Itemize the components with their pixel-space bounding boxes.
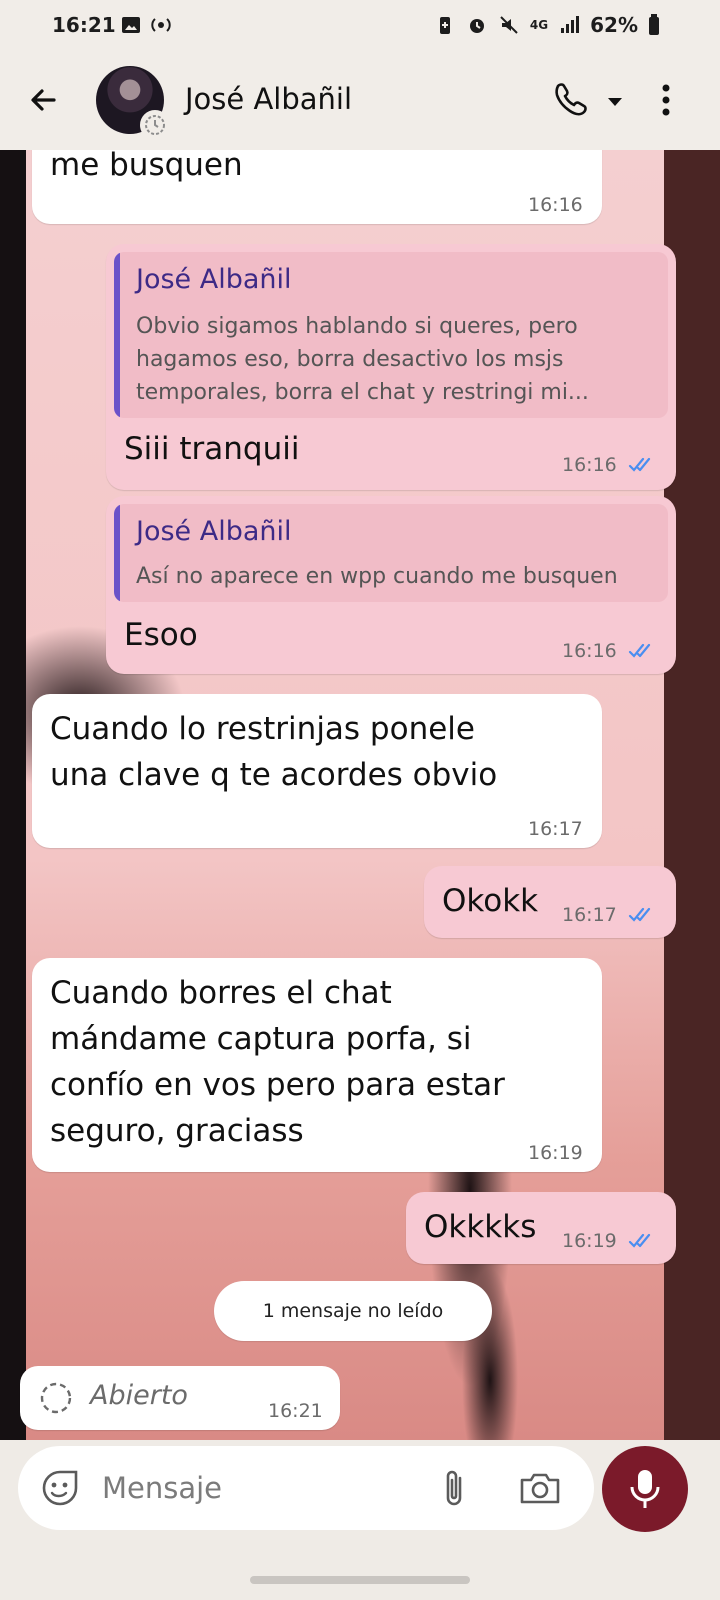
status-ring-icon (140, 110, 170, 140)
message-text-line: Cuando lo restrinjas ponele (50, 711, 475, 747)
message-time: 16:17 (562, 904, 617, 926)
alarm-icon (469, 19, 484, 33)
message-text: Okkkks (424, 1209, 537, 1245)
message-time: 16:16 (528, 194, 583, 216)
message-time: 16:19 (528, 1142, 583, 1164)
message-outgoing[interactable]: Okokk 16:17 (424, 866, 676, 938)
double-check-icon (628, 643, 651, 658)
message-text: Okokk (442, 883, 539, 919)
gesture-nav-handle[interactable] (250, 1576, 470, 1584)
broadcast-icon (151, 18, 171, 32)
message-time: 16:21 (268, 1400, 323, 1422)
quote-bar (114, 252, 120, 418)
message-text-line: confío en vos pero para estar (50, 1067, 505, 1103)
message-view-once[interactable]: Abierto 16:21 (20, 1366, 340, 1430)
quote-author: José Albañil (136, 516, 292, 547)
sticker-icon[interactable] (40, 1468, 80, 1508)
status-time: 16:21 (52, 13, 116, 37)
chat-header: José Albañil (0, 52, 720, 150)
battery-icon (649, 14, 659, 35)
more-vert-icon[interactable] (652, 78, 680, 122)
message-outgoing[interactable]: Okkkks 16:19 (406, 1192, 676, 1264)
quote-text-line: Obvio sigamos hablando si queres, pero (136, 314, 578, 339)
message-time: 16:19 (562, 1230, 617, 1252)
status-bar: 16:21 4G 62% (0, 0, 720, 52)
message-time: 16:17 (528, 818, 583, 840)
camera-icon[interactable] (518, 1468, 562, 1508)
message-input[interactable] (102, 1464, 402, 1512)
message-incoming[interactable]: Cuando lo restrinjas ponele una clave q … (32, 694, 602, 848)
message-text-line: mándame captura porfa, si (50, 1021, 472, 1057)
message-text: me busquen (50, 150, 243, 183)
network-type: 4G (529, 18, 549, 32)
message-text: Esoo (124, 617, 198, 653)
message-outgoing[interactable]: José Albañil Así no aparece en wpp cuand… (106, 496, 676, 674)
message-composer (18, 1446, 594, 1530)
message-text-line: seguro, graciass (50, 1113, 304, 1149)
microphone-icon (630, 1470, 660, 1508)
message-incoming[interactable]: Cuando borres el chat mándame captura po… (32, 958, 602, 1172)
message-time: 16:16 (562, 640, 617, 662)
quote-text-line: Así no aparece en wpp cuando me busquen (136, 564, 618, 589)
message-text-line: Cuando borres el chat (50, 975, 392, 1011)
quoted-message[interactable]: José Albañil Obvio sigamos hablando si q… (114, 252, 668, 418)
back-arrow-icon[interactable] (24, 80, 64, 120)
message-outgoing[interactable]: José Albañil Obvio sigamos hablando si q… (106, 244, 676, 490)
avatar[interactable] (96, 66, 170, 140)
battery-saver-icon (439, 17, 450, 34)
double-check-icon (628, 457, 651, 472)
message-time: 16:16 (562, 454, 617, 476)
message-text-line: una clave q te acordes obvio (50, 757, 498, 793)
mute-icon (500, 16, 518, 34)
quote-author: José Albañil (136, 264, 292, 295)
dropdown-icon[interactable] (604, 90, 626, 112)
chat-area[interactable]: me busquen 16:16 José Albañil Obvio siga… (0, 150, 720, 1440)
image-icon (122, 17, 140, 33)
paperclip-icon[interactable] (436, 1466, 472, 1510)
view-once-label: Abierto (90, 1380, 188, 1411)
battery-level: 62% (590, 13, 638, 37)
quoted-message[interactable]: José Albañil Así no aparece en wpp cuand… (114, 504, 668, 602)
phone-icon[interactable] (548, 78, 592, 122)
double-check-icon (628, 907, 651, 922)
quote-text-line: temporales, borra el chat y restringi mi… (136, 380, 589, 405)
unread-divider: 1 mensaje no leído (214, 1281, 492, 1341)
message-text: Siii tranquii (124, 431, 300, 467)
message-incoming[interactable]: me busquen 16:16 (32, 150, 602, 224)
quote-text-line: hagamos eso, borra desactivo los msjs (136, 347, 564, 372)
view-once-icon (40, 1382, 72, 1414)
double-check-icon (628, 1233, 651, 1248)
microphone-button[interactable] (602, 1446, 688, 1532)
signal-icon (561, 16, 580, 33)
quote-bar (114, 504, 120, 602)
contact-name[interactable]: José Albañil (185, 82, 352, 116)
